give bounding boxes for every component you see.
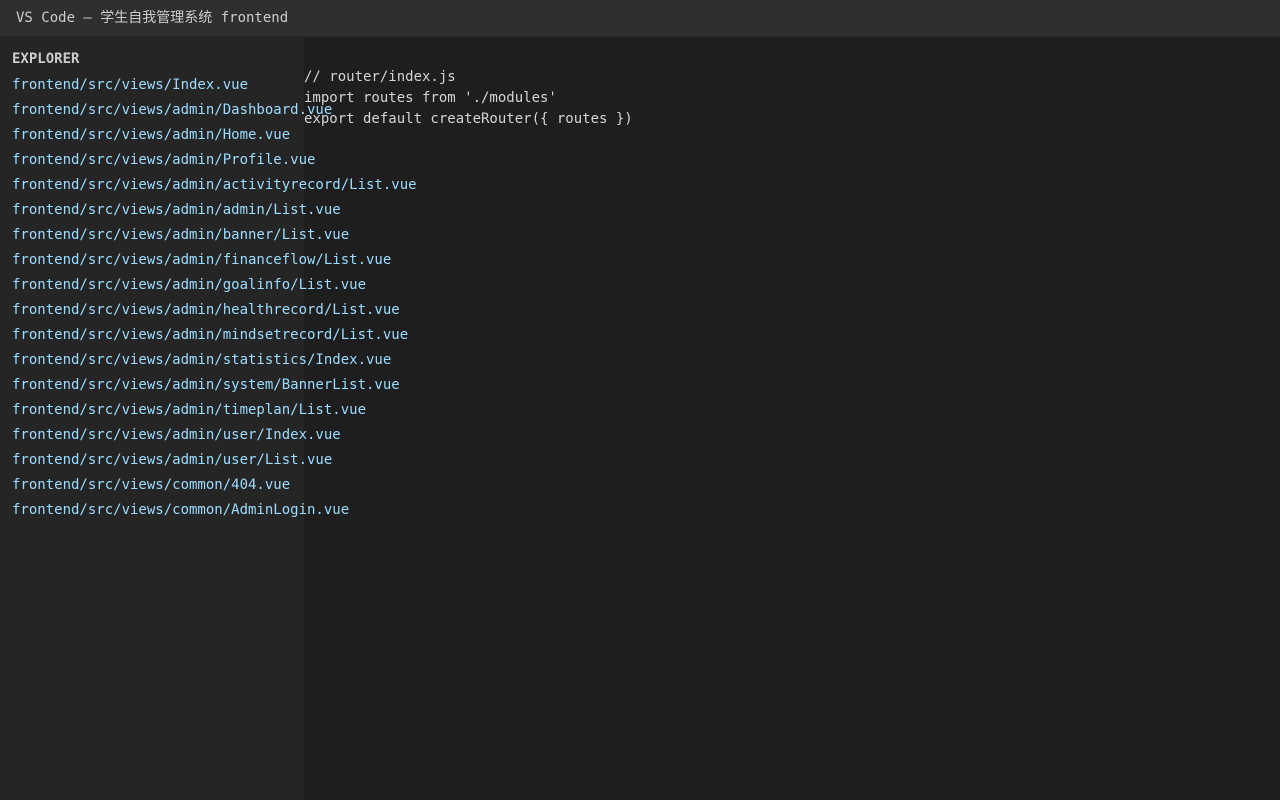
editor-pane[interactable]: // router/index.js import routes from '.… bbox=[304, 37, 1280, 800]
file-item[interactable]: frontend/src/views/admin/mindsetrecord/L… bbox=[12, 323, 417, 348]
file-item[interactable]: frontend/src/views/admin/activityrecord/… bbox=[12, 173, 417, 198]
file-item[interactable]: frontend/src/views/admin/timeplan/List.v… bbox=[12, 398, 417, 423]
file-item[interactable]: frontend/src/views/admin/statistics/Inde… bbox=[12, 348, 417, 373]
file-item[interactable]: frontend/src/views/admin/user/List.vue bbox=[12, 448, 417, 473]
window-title: VS Code — 学生自我管理系统 frontend bbox=[16, 10, 289, 26]
file-item[interactable]: frontend/src/views/admin/financeflow/Lis… bbox=[12, 248, 417, 273]
file-item[interactable]: frontend/src/views/common/AdminLogin.vue bbox=[12, 498, 417, 523]
file-item[interactable]: frontend/src/views/admin/goalinfo/List.v… bbox=[12, 273, 417, 298]
file-item[interactable]: frontend/src/views/common/404.vue bbox=[12, 473, 417, 498]
file-item[interactable]: frontend/src/views/admin/banner/List.vue bbox=[12, 223, 417, 248]
file-item[interactable]: frontend/src/views/admin/system/BannerLi… bbox=[12, 373, 417, 398]
file-item[interactable]: frontend/src/views/admin/healthrecord/Li… bbox=[12, 298, 417, 323]
file-item[interactable]: frontend/src/views/admin/Dashboard.vue bbox=[12, 98, 417, 123]
title-bar: VS Code — 学生自我管理系统 frontend bbox=[0, 0, 1280, 37]
explorer-file-list: frontend/src/views/Index.vue frontend/sr… bbox=[12, 73, 417, 523]
file-item[interactable]: frontend/src/views/admin/Home.vue bbox=[12, 123, 417, 148]
file-item[interactable]: frontend/src/views/admin/Profile.vue bbox=[12, 148, 417, 173]
file-item[interactable]: frontend/src/views/admin/user/Index.vue bbox=[12, 423, 417, 448]
file-item[interactable]: frontend/src/views/Index.vue bbox=[12, 73, 417, 98]
file-item[interactable]: frontend/src/views/admin/admin/List.vue bbox=[12, 198, 417, 223]
explorer-title: EXPLORER bbox=[12, 51, 80, 67]
